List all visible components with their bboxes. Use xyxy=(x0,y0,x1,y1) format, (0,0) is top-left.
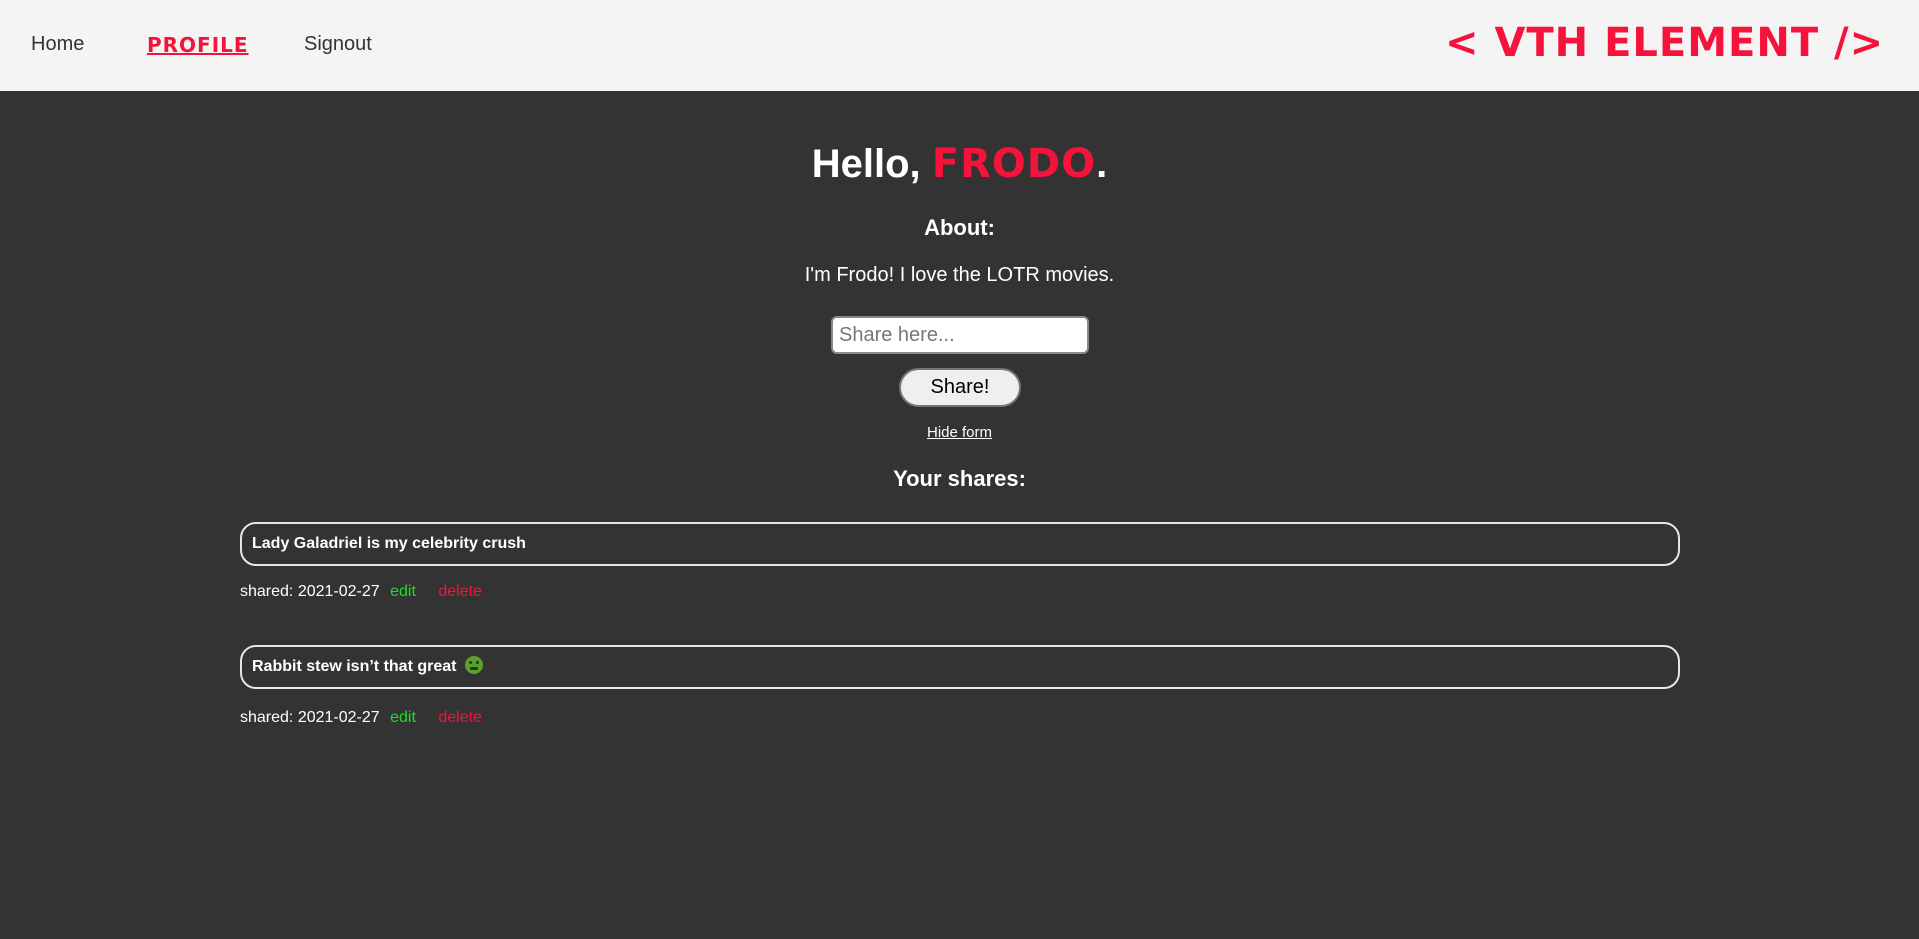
share-text: Lady Galadriel is my celebrity crush xyxy=(252,535,526,552)
shares-heading: Your shares: xyxy=(893,466,1026,491)
delete-link[interactable]: delete xyxy=(438,583,482,600)
brand-logo: < VTH ELEMENT /> xyxy=(1445,20,1885,66)
nav-profile-link[interactable]: PROFILE xyxy=(147,33,249,57)
nav-signout-link[interactable]: Signout xyxy=(304,33,372,56)
username: FRODO xyxy=(931,141,1097,187)
nav-home-link[interactable]: Home xyxy=(31,33,84,56)
page-title: Hello, FRODO. xyxy=(0,141,1919,187)
delete-link[interactable]: delete xyxy=(438,709,482,726)
about-heading: About: xyxy=(924,215,995,240)
hide-form-container: Hide form xyxy=(0,424,1919,441)
edit-link[interactable]: edit xyxy=(390,709,416,726)
nauseated-face-icon xyxy=(464,656,483,674)
share-input[interactable] xyxy=(831,316,1089,354)
share-date: shared: 2021-02-27 xyxy=(240,709,380,726)
share-button[interactable]: Share! xyxy=(899,368,1021,407)
share-meta: shared: 2021-02-27 edit delete xyxy=(240,583,482,601)
share-card: Rabbit stew isn’t that great xyxy=(240,645,1680,689)
share-text: Rabbit stew isn’t that great xyxy=(252,658,457,675)
about-text: I'm Frodo! I love the LOTR movies. xyxy=(804,264,1115,286)
navbar: Home PROFILE Signout < VTH ELEMENT /> xyxy=(0,0,1919,91)
greeting-suffix: . xyxy=(1096,142,1108,186)
share-date: shared: 2021-02-27 xyxy=(240,583,380,600)
share-card: Lady Galadriel is my celebrity crush xyxy=(240,522,1680,566)
profile-main: Hello, FRODO. About: I'm Frodo! I love t… xyxy=(0,91,1919,939)
hide-form-link[interactable]: Hide form xyxy=(927,424,992,441)
share-meta: shared: 2021-02-27 edit delete xyxy=(240,709,482,727)
greeting-prefix: Hello, xyxy=(811,142,932,186)
edit-link[interactable]: edit xyxy=(390,583,416,600)
